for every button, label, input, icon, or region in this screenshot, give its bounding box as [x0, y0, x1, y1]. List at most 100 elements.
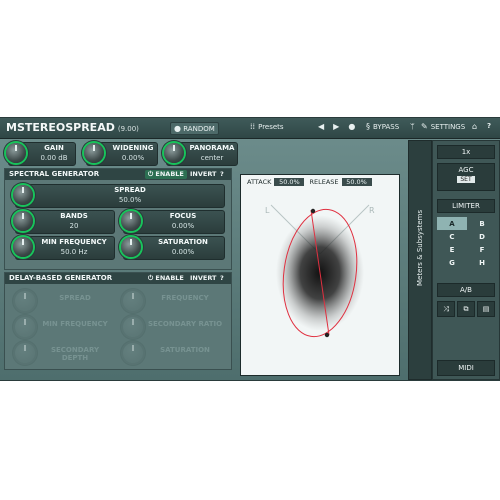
bypass-icon: § [366, 122, 370, 131]
zoom-button[interactable]: 1x [437, 145, 495, 159]
grid-icon: ⁞⁞ [250, 122, 256, 131]
top-bar: MSTEREOSPREAD (9.00) ● RANDOM ⁞⁞ Presets … [0, 118, 500, 139]
slot-b[interactable]: B [467, 217, 497, 230]
delay-enable-button[interactable]: ⏻ ENABLE [145, 274, 187, 283]
plugin-version: (9.00) [117, 125, 139, 133]
min-frequency-knob[interactable] [13, 237, 33, 257]
slot-c[interactable]: C [437, 230, 467, 243]
saturation-knob[interactable] [121, 237, 141, 257]
panorama-value: center [200, 154, 224, 162]
paste-icon[interactable]: ▤ [477, 301, 495, 317]
bypass-label: BYPASS [373, 122, 400, 131]
widening-value: 0.00% [121, 154, 145, 162]
delay-spread-knob [15, 291, 35, 311]
slot-e[interactable]: E [437, 243, 467, 256]
help-button[interactable]: ? [487, 122, 491, 130]
gain-value: 0.00 dB [40, 154, 68, 162]
delay-secondary-ratio-knob [123, 317, 143, 337]
min-frequency-label: MIN FREQUENCY [41, 238, 107, 246]
presets-label: Presets [258, 122, 284, 131]
slot-a[interactable]: A [437, 217, 467, 230]
scope-right-label: R [369, 206, 375, 215]
plugin-title: MSTEREOSPREAD (9.00) [6, 121, 139, 134]
presets-button[interactable]: ⁞⁞ Presets [250, 122, 284, 131]
min-frequency-value: 50.0 Hz [60, 248, 88, 256]
slot-f[interactable]: F [467, 243, 497, 256]
delay-spread-label: SPREAD [59, 294, 91, 302]
shuffle-icon[interactable]: ⤨ [437, 301, 455, 317]
delay-title: DELAY-BASED GENERATOR [9, 274, 113, 282]
delay-generator-panel: DELAY-BASED GENERATOR ⏻ ENABLE INVERT ? … [4, 272, 232, 370]
bands-value: 20 [69, 222, 79, 230]
widening-knob[interactable] [84, 143, 104, 163]
delay-saturation-knob [123, 343, 143, 363]
scope-bottom-point [324, 332, 330, 338]
random-button[interactable]: ● RANDOM [170, 122, 219, 135]
bands-label: BANDS [60, 212, 88, 220]
power-icon: ⏻ [148, 274, 154, 282]
home-icon[interactable]: ⌂ [472, 122, 477, 131]
spectral-header: SPECTRAL GENERATOR ⏻ ENABLE INVERT ? [5, 169, 231, 180]
spectral-enable-button[interactable]: ⏻ ENABLE [145, 170, 187, 179]
slot-h[interactable]: H [467, 256, 497, 269]
gain-label: GAIN [44, 144, 64, 152]
plugin-window: MSTEREOSPREAD (9.00) ● RANDOM ⁞⁞ Presets … [0, 117, 500, 381]
preset-slot-grid: A B C D E F G H [437, 217, 497, 269]
meters-subsystems-sidebar[interactable]: Meters & Subsystems [408, 140, 432, 380]
delay-min-frequency-knob [15, 317, 35, 337]
save-preset-icon[interactable]: ● [348, 122, 355, 131]
dice-icon: ● [174, 124, 181, 133]
plugin-name: MSTEREOSPREAD [6, 121, 115, 134]
agc-set-button[interactable]: SET [457, 176, 475, 183]
settings-label: SETTINGS [430, 122, 466, 131]
delay-frequency-label: FREQUENCY [161, 294, 209, 302]
focus-value: 0.00% [171, 222, 195, 230]
spectral-generator-panel: SPECTRAL GENERATOR ⏻ ENABLE INVERT ? SPR… [4, 168, 232, 270]
scope-left-label: L [265, 206, 270, 215]
gain-knob[interactable] [6, 143, 26, 163]
bypass-button[interactable]: § BYPASS [366, 122, 399, 131]
focus-label: FOCUS [169, 212, 197, 220]
midi-button[interactable]: MIDI [437, 360, 495, 376]
power-icon: ⏻ [148, 170, 154, 178]
antenna-icon[interactable]: ᛘ [410, 122, 415, 131]
delay-secondary-depth-label: SECONDARY DEPTH [50, 346, 100, 362]
delay-invert-button[interactable]: INVERT [187, 274, 219, 283]
agc-label: AGC [458, 166, 474, 174]
slot-g[interactable]: G [437, 256, 467, 269]
panorama-knob[interactable] [164, 143, 184, 163]
stereo-scope[interactable]: ATTACK 50.0% RELEASE 50.0% L R [240, 174, 400, 376]
copy-icon[interactable]: ⧉ [457, 301, 475, 317]
scope-plot: L R [265, 204, 375, 338]
spread-value: 50.0% [118, 196, 142, 204]
prev-preset-icon[interactable]: ◀ [318, 122, 324, 131]
delay-frequency-knob [123, 291, 143, 311]
saturation-label: SATURATION [158, 238, 208, 246]
limiter-button[interactable]: LIMITER [437, 199, 495, 213]
scope-top-point [310, 208, 316, 214]
settings-button[interactable]: ✎ SETTINGS [421, 122, 465, 131]
spectral-invert-button[interactable]: INVERT [187, 170, 219, 179]
delay-secondary-ratio-label: SECONDARY RATIO [147, 320, 223, 328]
wrench-icon: ✎ [421, 122, 428, 131]
saturation-value: 0.00% [171, 248, 195, 256]
delay-secondary-depth-knob [15, 343, 35, 363]
bands-knob[interactable] [13, 211, 33, 231]
widening-label: WIDENING [112, 144, 154, 152]
delay-header: DELAY-BASED GENERATOR ⏻ ENABLE INVERT ? [5, 273, 231, 284]
ab-button[interactable]: A/B [437, 283, 495, 297]
delay-help-button[interactable]: ? [217, 274, 227, 283]
random-label: RANDOM [183, 125, 215, 133]
agc-group: AGC SET [437, 163, 495, 191]
delay-min-frequency-label: MIN FREQUENCY [42, 320, 108, 328]
delay-saturation-label: SATURATION [160, 346, 210, 354]
focus-knob[interactable] [121, 211, 141, 231]
next-preset-icon[interactable]: ▶ [333, 122, 339, 131]
meters-subsystems-label: Meters & Subsystems [416, 209, 424, 286]
spectral-help-button[interactable]: ? [217, 170, 227, 179]
spread-knob[interactable] [13, 185, 33, 205]
slot-d[interactable]: D [467, 230, 497, 243]
spectral-title: SPECTRAL GENERATOR [9, 170, 100, 178]
panorama-label: PANORAMA [189, 144, 235, 152]
right-panel: 1x AGC SET LIMITER A B C D E F G H A/B ⤨… [432, 140, 500, 380]
